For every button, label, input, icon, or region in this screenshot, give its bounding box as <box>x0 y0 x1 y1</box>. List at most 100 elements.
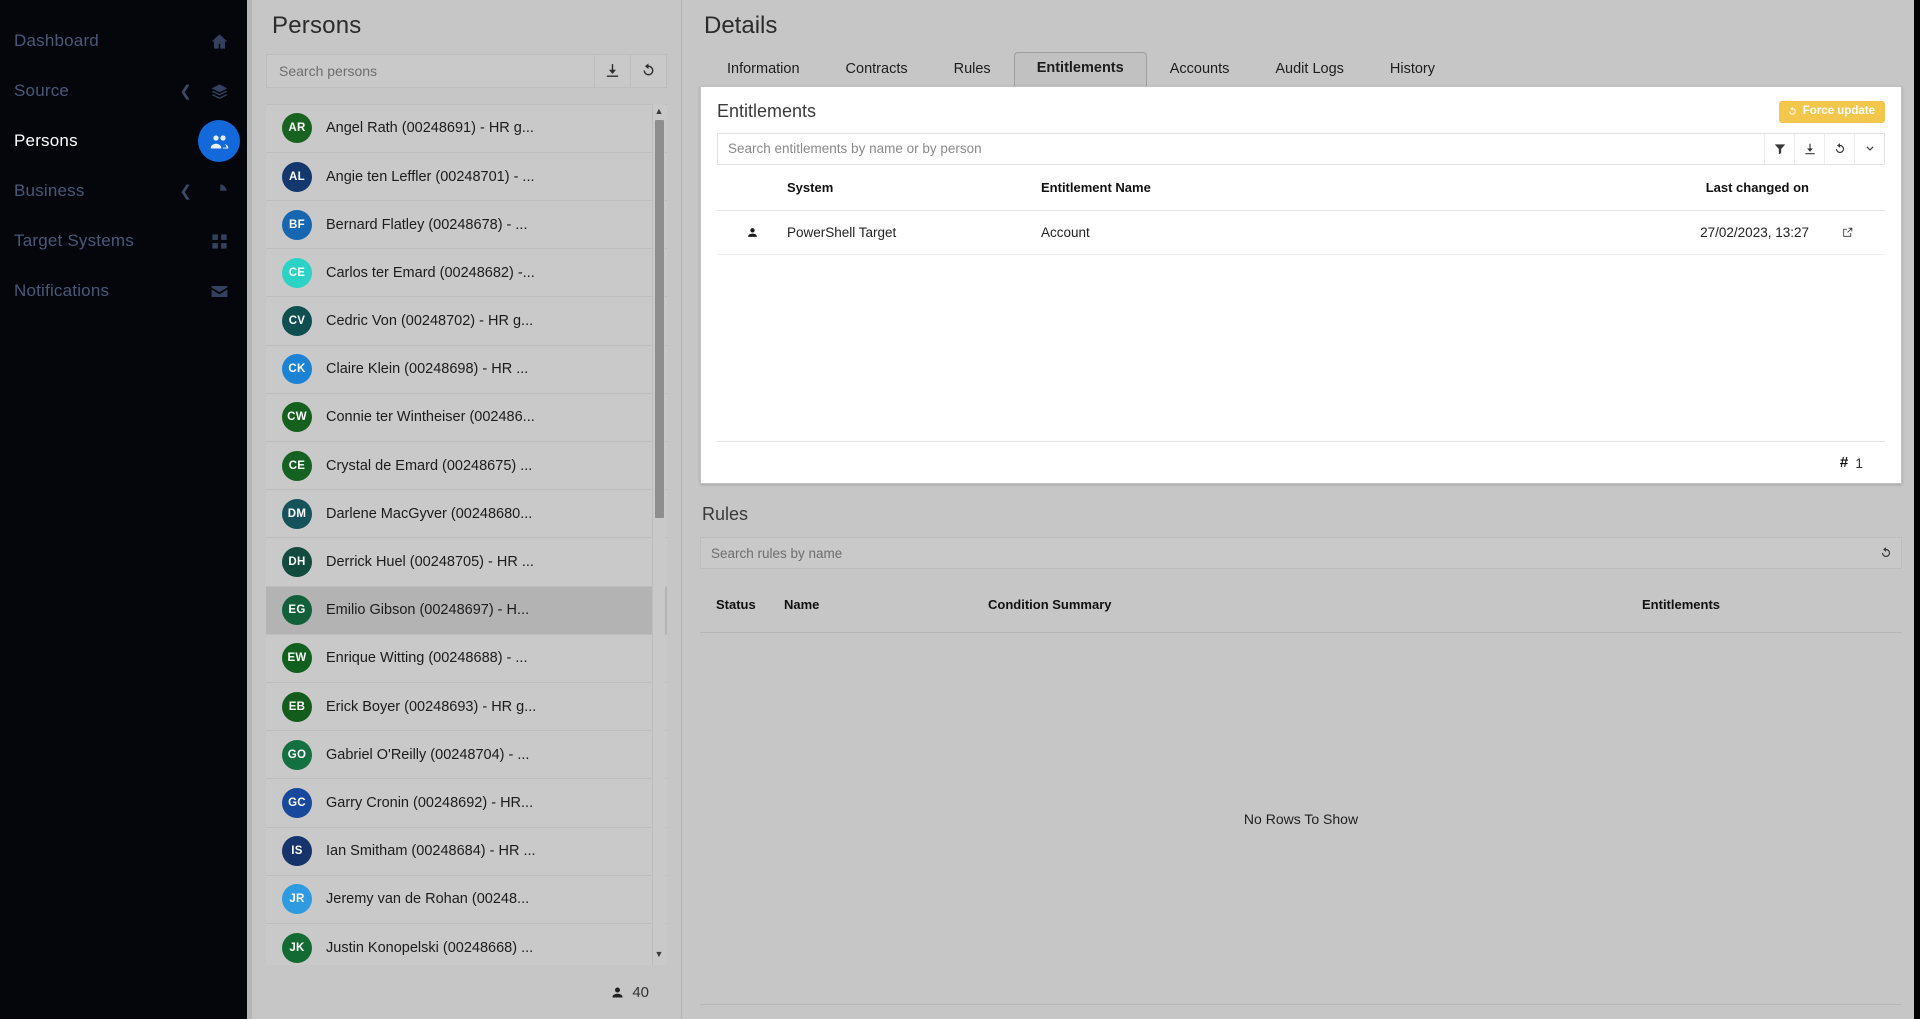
persons-list-scrollbar[interactable]: ▲ ▼ <box>652 103 665 966</box>
person-list-item-label: Gabriel O'Reilly (00248704) - ... <box>326 746 530 763</box>
person-list-item-label: Justin Konopelski (00248668) ... <box>326 939 534 956</box>
sidebar-item-dashboard[interactable]: Dashboard <box>0 16 252 66</box>
details-panel-title: Details <box>704 12 778 39</box>
tab-accounts[interactable]: Accounts <box>1147 53 1253 86</box>
entitlements-download-button[interactable] <box>1794 133 1824 164</box>
scroll-down-icon[interactable]: ▼ <box>655 947 664 963</box>
person-list-item[interactable]: IS Ian Smitham (00248684) - HR ... <box>266 827 667 876</box>
person-list-item[interactable]: GO Gabriel O'Reilly (00248704) - ... <box>266 731 667 780</box>
persons-list-container: AR Angel Rath (00248691) - HR g... AL Angie… <box>266 103 667 966</box>
persons-count-footer: 40 <box>266 965 667 1019</box>
person-list-item[interactable]: DH Derrick Huel (00248705) - HR ... <box>266 538 667 587</box>
sidebar-item-label: Business <box>14 181 85 200</box>
person-list-item-label: Cedric Von (00248702) - HR g... <box>326 313 534 330</box>
rules-empty-state: No Rows To Show <box>700 633 1902 1004</box>
person-list-item-label: Carlos ter Emard (00248682) -... <box>326 264 535 281</box>
column-header-status: Status <box>716 597 756 612</box>
search-entitlements-input[interactable] <box>718 141 1764 156</box>
search-rules-input[interactable] <box>701 545 1871 561</box>
cell-system: PowerShell Target <box>787 224 897 240</box>
person-list-item[interactable]: AR Angel Rath (00248691) - HR g... <box>266 104 667 153</box>
sidebar-item-business[interactable]: Business ❮ <box>0 166 252 216</box>
person-list-item-label: Bernard Flatley (00248678) - ... <box>326 216 528 233</box>
external-link-icon[interactable] <box>1809 226 1885 239</box>
person-list-item[interactable]: EB Erick Boyer (00248693) - HR g... <box>266 682 667 732</box>
person-icon <box>612 987 623 998</box>
window-right-edge <box>1914 0 1920 1019</box>
person-list-item-label: Derrick Huel (00248705) - HR ... <box>326 554 534 571</box>
avatar: CE <box>282 257 312 288</box>
avatar: CK <box>282 354 312 385</box>
tab-audit-logs[interactable]: Audit Logs <box>1252 53 1367 86</box>
tab-information[interactable]: Information <box>704 53 823 86</box>
column-header-system: System <box>787 179 834 195</box>
refresh-icon <box>1789 107 1796 115</box>
tab-rules[interactable]: Rules <box>931 53 1014 86</box>
download-icon <box>606 64 619 78</box>
people-icon <box>198 120 240 162</box>
person-list-item[interactable]: CW Connie ter Wintheiser (002486... <box>266 393 667 443</box>
chevron-left-icon[interactable]: ❮ <box>179 184 192 199</box>
download-icon <box>1804 143 1815 154</box>
person-icon <box>717 226 787 239</box>
sidebar-item-source[interactable]: Source ❮ <box>0 66 252 116</box>
sidebar-scrollbar[interactable] <box>247 0 252 1019</box>
rules-search-bar <box>700 537 1902 569</box>
tab-contracts[interactable]: Contracts <box>823 53 931 86</box>
column-header-entitlements: Entitlements <box>1642 597 1721 612</box>
persons-refresh-button[interactable] <box>631 54 667 88</box>
force-update-button[interactable]: Force update <box>1778 101 1885 123</box>
person-list-item[interactable]: CE Crystal de Emard (00248675) ... <box>266 442 667 491</box>
rules-refresh-button[interactable] <box>1871 538 1901 568</box>
rules-count-footer: # 0 <box>700 1004 1902 1019</box>
person-list-item[interactable]: JK Justin Konopelski (00248668) ... <box>266 923 667 966</box>
scrollbar-thumb[interactable] <box>655 119 664 518</box>
entitlements-search-bar <box>717 132 1885 165</box>
entitlements-expand-button[interactable] <box>1854 133 1884 164</box>
rules-empty-message: No Rows To Show <box>1243 810 1359 827</box>
person-list-item[interactable]: AL Angie ten Leffler (00248701) - ... <box>266 152 667 202</box>
avatar: EB <box>282 691 312 722</box>
avatar: JK <box>282 932 312 963</box>
persons-list[interactable]: AR Angel Rath (00248691) - HR g... AL Angie… <box>266 103 667 966</box>
person-list-item[interactable]: CV Cedric Von (00248702) - HR g... <box>266 297 667 346</box>
entitlements-card: Entitlements Force update Search entitle… <box>700 86 1902 484</box>
entitlements-grid-header: System Entitlement Name Last changed on <box>717 165 1885 211</box>
person-list-item[interactable]: EW Enrique Witting (00248688) - ... <box>266 634 667 683</box>
person-list-item[interactable]: CK Claire Klein (00248698) - HR ... <box>266 345 667 394</box>
person-list-item[interactable]: DM Darlene MacGyver (00248680... <box>266 490 667 539</box>
person-list-item[interactable]: CE Carlos ter Emard (00248682) -... <box>266 249 667 298</box>
person-list-item-label: Jeremy van de Rohan (00248... <box>326 891 530 908</box>
cell-last-changed-on: 27/02/2023, 13:27 <box>1700 224 1809 240</box>
avatar: EG <box>282 595 312 626</box>
refresh-icon <box>1835 142 1844 153</box>
avatar: EW <box>282 643 312 674</box>
application-window: Dashboard Source ❮ Persons Business ❮ Ta… <box>0 0 1920 1019</box>
person-list-item[interactable]: JR Jeremy van de Rohan (00248... <box>266 875 667 924</box>
sidebar-item-label: Dashboard <box>14 31 99 50</box>
entitlements-refresh-button[interactable] <box>1824 133 1854 164</box>
persons-download-button[interactable] <box>595 54 631 88</box>
tab-entitlements[interactable]: Entitlements <box>1013 51 1147 86</box>
entitlements-table-row[interactable]: PowerShell Target Account 27/02/2023, 13:2… <box>717 211 1885 255</box>
avatar: DH <box>282 547 312 578</box>
avatar: CE <box>282 450 312 481</box>
avatar: GC <box>282 787 312 818</box>
person-list-item[interactable]: BF Bernard Flatley (00248678) - ... <box>266 201 667 250</box>
search-persons-input[interactable] <box>266 54 595 88</box>
tab-history[interactable]: History <box>1367 53 1458 86</box>
entitlements-title: Entitlements <box>717 101 817 122</box>
person-list-item[interactable]: GC Garry Cronin (00248692) - HR... <box>266 779 667 828</box>
person-list-item-label: Emilio Gibson (00248697) - H... <box>326 602 530 619</box>
entitlements-filter-button[interactable] <box>1764 133 1794 164</box>
person-list-item[interactable]: EG Emilio Gibson (00248697) - H... <box>266 586 667 635</box>
column-header-entitlement-name: Entitlement Name <box>1041 179 1151 195</box>
sidebar-item-notifications[interactable]: Notifications <box>0 266 252 316</box>
envelope-icon <box>208 280 230 302</box>
sidebar-item-persons[interactable]: Persons <box>0 116 252 166</box>
sidebar-item-target-systems[interactable]: Target Systems <box>0 216 252 266</box>
avatar: GO <box>282 739 312 770</box>
home-icon <box>208 30 230 52</box>
scroll-up-icon[interactable]: ▲ <box>655 104 664 120</box>
chevron-left-icon[interactable]: ❮ <box>179 84 192 99</box>
